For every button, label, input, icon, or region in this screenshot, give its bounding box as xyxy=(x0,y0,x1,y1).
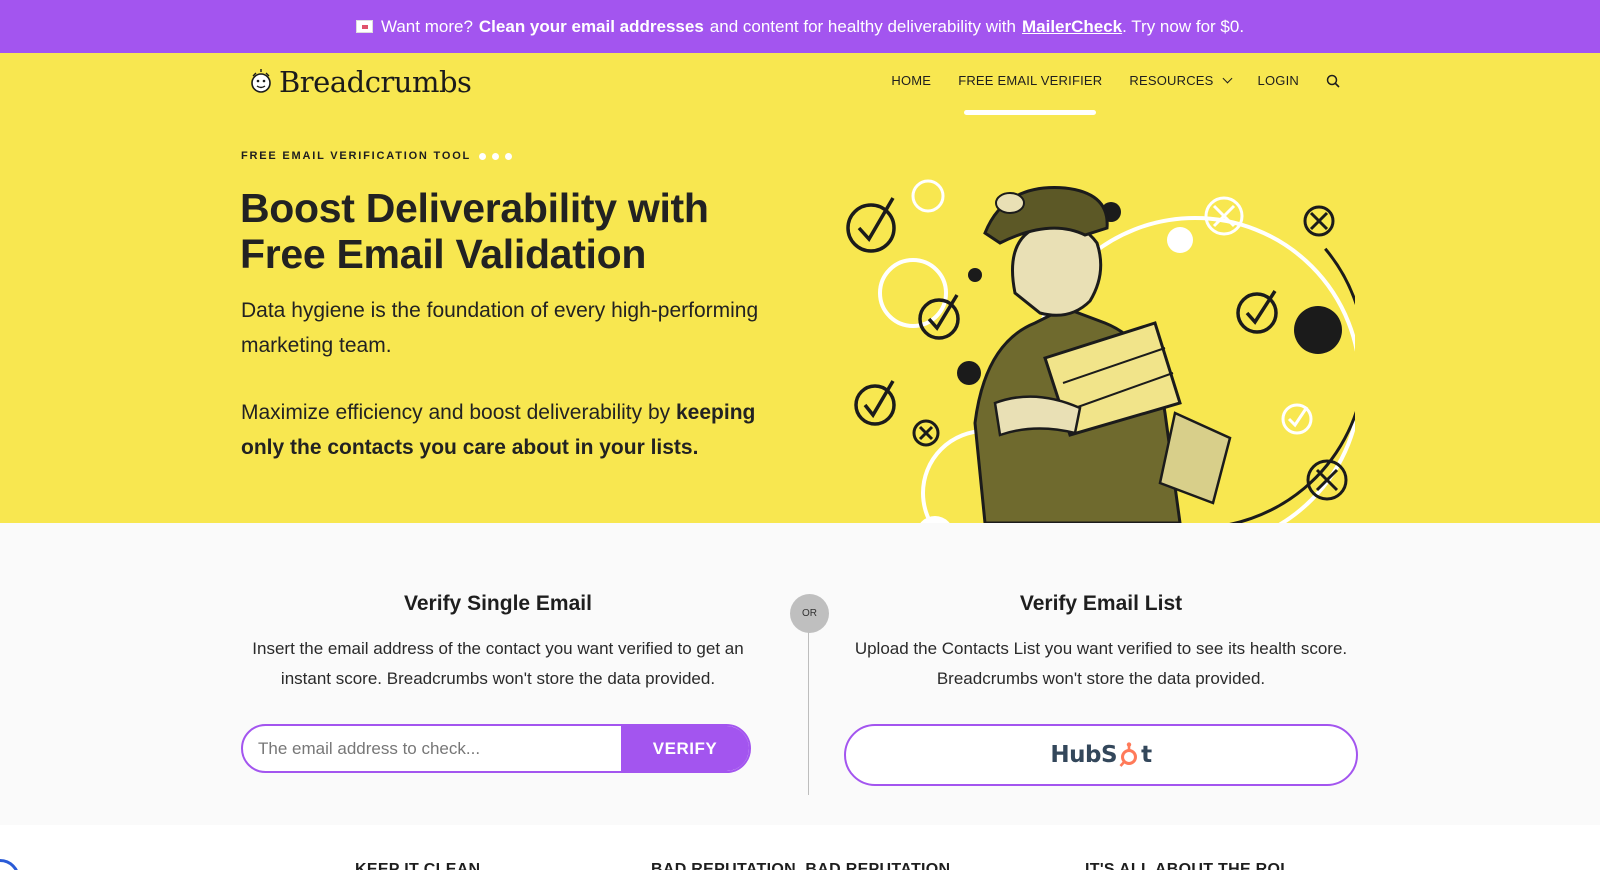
hero-section: Breadcrumbs HOME FREE EMAIL VERIFIER RES… xyxy=(0,53,1600,523)
benefit-title-3: IT'S ALL ABOUT THE ROI xyxy=(1085,861,1286,870)
email-input[interactable] xyxy=(243,726,621,771)
search-icon xyxy=(1326,74,1340,88)
promo-text-1: Want more? xyxy=(380,16,473,36)
logo[interactable]: Breadcrumbs xyxy=(247,65,472,99)
hubspot-logo-text-pre: HubS xyxy=(1050,742,1118,768)
verify-single-column: Verify Single Email Insert the email add… xyxy=(240,523,756,694)
nav-home-label: HOME xyxy=(891,73,932,88)
hubspot-sprocket-icon xyxy=(1119,742,1138,767)
verify-single-title: Verify Single Email xyxy=(404,592,592,615)
nav-free-email-verifier[interactable]: FREE EMAIL VERIFIER xyxy=(958,73,1103,115)
benefits-section: KEEP IT CLEAN BAD REPUTATION, BAD REPUTA… xyxy=(0,825,1600,870)
hubspot-logo: HubS t xyxy=(1050,742,1152,768)
logo-text: Breadcrumbs xyxy=(279,65,472,99)
verify-list-title: Verify Email List xyxy=(1019,592,1183,615)
hero-lead: Data hygiene is the foundation of every … xyxy=(241,299,759,357)
verify-list-description: Upload the Contacts List you want verifi… xyxy=(854,639,1348,688)
verify-single-description: Insert the email address of the contact … xyxy=(252,639,744,688)
benefit-title-2: BAD REPUTATION, BAD REPUTATION xyxy=(651,861,951,870)
nav-verifier-label: FREE EMAIL VERIFIER xyxy=(958,73,1103,88)
mailercheck-link[interactable]: MailerCheck xyxy=(1022,17,1122,37)
breadcrumbs-logo-icon xyxy=(247,68,275,96)
nav-login[interactable]: LOGIN xyxy=(1258,73,1299,88)
chevron-down-icon xyxy=(1222,73,1232,84)
or-divider-line xyxy=(808,615,809,795)
mailman-illustration xyxy=(846,179,1355,523)
verify-list-column: Verify Email List Upload the Contacts Li… xyxy=(843,523,1359,694)
nav-search[interactable] xyxy=(1326,74,1340,88)
main-nav: HOME FREE EMAIL VERIFIER RESOURCES LOGIN xyxy=(891,73,1340,115)
page-title: Boost Deliverability with Free Email Val… xyxy=(240,185,709,277)
decorative-arc xyxy=(0,859,20,870)
nav-home[interactable]: HOME xyxy=(891,73,931,88)
verify-button[interactable]: VERIFY xyxy=(621,726,749,771)
hubspot-connect-button[interactable]: HubS t xyxy=(844,724,1358,786)
lead2-plain: Maximize efficiency and boost deliverabi… xyxy=(241,401,671,424)
or-badge: OR xyxy=(790,594,829,633)
nav-resources-label: RESOURCES xyxy=(1129,73,1214,88)
hero-lead-2: Maximize efficiency and boost deliverabi… xyxy=(241,395,781,465)
benefit-title-1: KEEP IT CLEAN xyxy=(355,861,481,870)
dots-decoration xyxy=(479,152,513,160)
verify-email-form: VERIFY xyxy=(241,724,751,773)
nav-login-label: LOGIN xyxy=(1257,73,1299,88)
promo-text-3: . Try now for $0. xyxy=(1122,16,1245,36)
promo-text-2: and content for healthy deliverability w… xyxy=(709,16,1016,36)
hubspot-logo-text-post: t xyxy=(1141,742,1152,768)
eyebrow: FREE EMAIL VERIFICATION TOOL xyxy=(241,150,513,162)
nav-resources[interactable]: RESOURCES xyxy=(1129,73,1232,88)
eyebrow-text: FREE EMAIL VERIFICATION TOOL xyxy=(241,150,472,162)
verify-section: Verify Single Email Insert the email add… xyxy=(0,523,1600,825)
promo-bar: Want more? Clean your email addresses an… xyxy=(0,0,1600,53)
promo-bold: Clean your email addresses xyxy=(478,16,704,36)
envelope-icon xyxy=(355,20,373,33)
